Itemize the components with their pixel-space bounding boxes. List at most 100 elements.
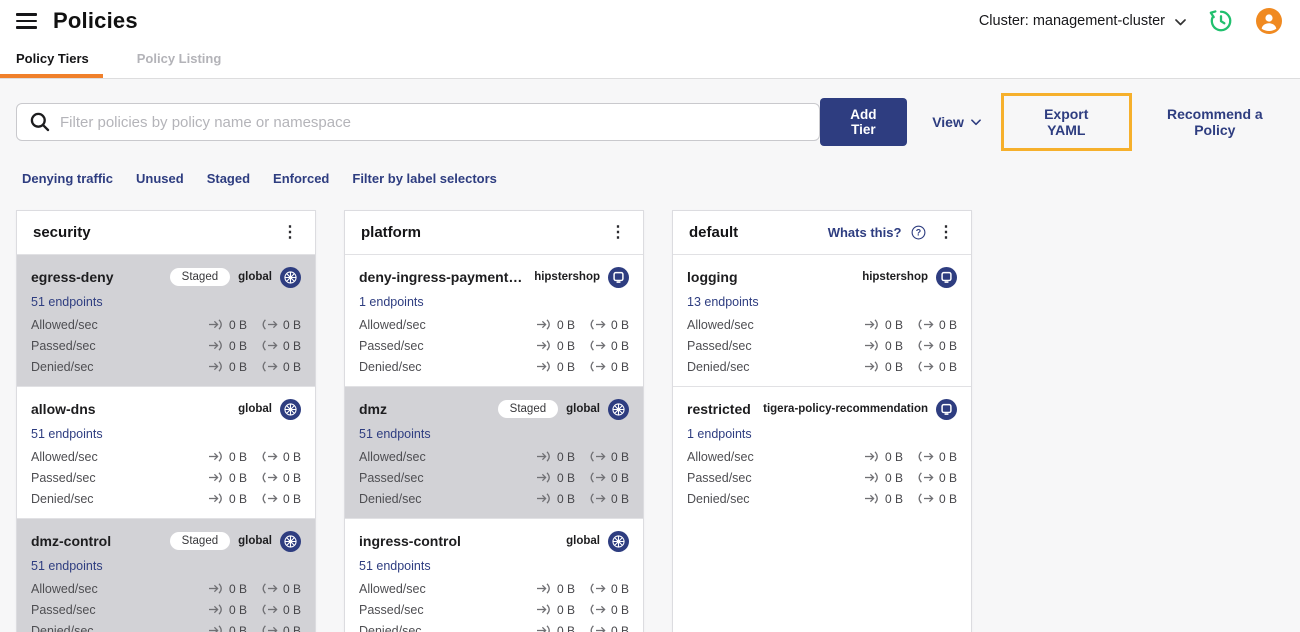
endpoints-link[interactable]: 1 endpoints [687,427,752,441]
policy-scope: global [238,403,272,415]
filter-unused[interactable]: Unused [136,171,184,186]
egress-icon [590,493,606,504]
stat-row: Passed/sec 0 B 0 B [687,467,957,488]
egress-icon [262,361,278,372]
egress-icon [918,451,934,462]
whats-this-link[interactable]: Whats this? ? [828,225,926,240]
filter-denying-traffic[interactable]: Denying traffic [22,171,113,186]
egress-icon [262,451,278,462]
export-yaml-highlight-box: Export YAML [1000,93,1132,151]
endpoints-link[interactable]: 13 endpoints [687,295,759,309]
stat-row: Allowed/sec 0 B 0 B [359,314,629,335]
ingress-value: 0 B [208,450,247,464]
policy-name: dmz-control [31,533,112,549]
kebab-menu-icon[interactable]: ⋮ [279,224,301,241]
stat-row: Denied/sec 0 B 0 B [359,356,629,377]
ingress-value: 0 B [208,471,247,485]
filter-staged[interactable]: Staged [207,171,250,186]
stat-row: Allowed/sec 0 B 0 B [31,578,301,599]
policy-card[interactable]: ingress-control global 51 endpoints Allo… [345,518,643,632]
namespace-scope-icon [608,266,629,288]
ingress-icon [208,319,222,330]
stat-row: Passed/sec 0 B 0 B [687,335,957,356]
filter-enforced[interactable]: Enforced [273,171,329,186]
ingress-value: 0 B [864,339,903,353]
policy-card[interactable]: deny-ingress-paymentservi… hipstershop 1… [345,254,643,386]
endpoints-link[interactable]: 51 endpoints [359,559,431,573]
ingress-value: 0 B [864,492,903,506]
egress-icon [262,340,278,351]
staged-badge: Staged [169,532,231,550]
policy-card[interactable]: logging hipstershop 13 endpoints Allowed… [673,254,971,386]
recommend-policy-button[interactable]: Recommend a Policy [1146,106,1284,138]
egress-icon [262,493,278,504]
ingress-icon [208,583,222,594]
endpoints-link[interactable]: 51 endpoints [31,295,103,309]
policy-card[interactable]: allow-dns global 51 endpoints Allowed/se… [17,386,315,518]
user-avatar-icon[interactable] [1256,8,1282,34]
global-scope-icon [280,266,301,288]
endpoints-link[interactable]: 51 endpoints [31,427,103,441]
egress-icon [590,583,606,594]
stat-label: Allowed/sec [687,449,754,464]
endpoints-link[interactable]: 51 endpoints [31,559,103,573]
tier-header: platform ⋮ [345,211,643,254]
egress-value: 0 B [262,492,301,506]
policy-scope: tigera-policy-recommendation [763,403,928,415]
policy-name: logging [687,269,738,285]
staged-badge: Staged [497,400,559,418]
ingress-icon [536,361,550,372]
stat-row: Denied/sec 0 B 0 B [687,356,957,377]
tier-name: platform [361,224,421,241]
ingress-icon [864,340,878,351]
ingress-icon [536,583,550,594]
egress-value: 0 B [262,471,301,485]
stat-row: Denied/sec 0 B 0 B [359,620,629,632]
egress-value: 0 B [590,450,629,464]
tab-policy-listing[interactable]: Policy Listing [121,42,238,78]
policy-scope: global [238,271,272,283]
quick-filters: Denying traffic Unused Staged Enforced F… [22,171,1284,186]
add-tier-button[interactable]: Add Tier [819,98,908,146]
tier-column-security: security ⋮ egress-deny Staged global 51 … [16,210,316,632]
ingress-value: 0 B [864,471,903,485]
ingress-value: 0 B [536,450,575,464]
view-dropdown-button[interactable]: View [932,114,981,130]
ingress-icon [536,604,550,615]
ingress-icon [208,472,222,483]
filter-by-label-selectors[interactable]: Filter by label selectors [352,171,497,186]
kebab-menu-icon[interactable]: ⋮ [935,224,957,241]
export-yaml-button[interactable]: Export YAML [1024,106,1109,138]
history-icon[interactable] [1208,8,1234,34]
ingress-icon [536,472,550,483]
endpoints-link[interactable]: 1 endpoints [359,295,424,309]
policy-search-input[interactable] [60,113,807,131]
tab-policy-tiers[interactable]: Policy Tiers [0,42,103,78]
hamburger-menu-icon[interactable] [16,9,37,33]
tier-name: security [33,224,91,241]
egress-icon [918,472,934,483]
ingress-icon [864,361,878,372]
stat-label: Passed/sec [687,338,752,353]
stat-label: Passed/sec [359,338,424,353]
policy-card[interactable]: dmz Staged global 51 endpoints Allowed/s… [345,386,643,518]
stat-label: Passed/sec [687,470,752,485]
cluster-selector[interactable]: Cluster: management-cluster [979,13,1186,29]
ingress-value: 0 B [536,582,575,596]
egress-icon [590,472,606,483]
policy-card[interactable]: restricted tigera-policy-recommendation … [673,386,971,518]
policy-name: allow-dns [31,401,96,417]
endpoints-link[interactable]: 51 endpoints [359,427,431,441]
policy-card[interactable]: dmz-control Staged global 51 endpoints A… [17,518,315,632]
policy-card[interactable]: egress-deny Staged global 51 endpoints A… [17,254,315,386]
egress-icon [918,493,934,504]
stat-label: Denied/sec [359,623,422,632]
egress-icon [590,319,606,330]
ingress-value: 0 B [536,492,575,506]
stat-label: Denied/sec [31,623,94,632]
policy-scope: global [566,403,600,415]
stat-row: Passed/sec 0 B 0 B [359,599,629,620]
egress-value: 0 B [590,624,629,632]
kebab-menu-icon[interactable]: ⋮ [607,224,629,241]
stat-row: Allowed/sec 0 B 0 B [687,314,957,335]
